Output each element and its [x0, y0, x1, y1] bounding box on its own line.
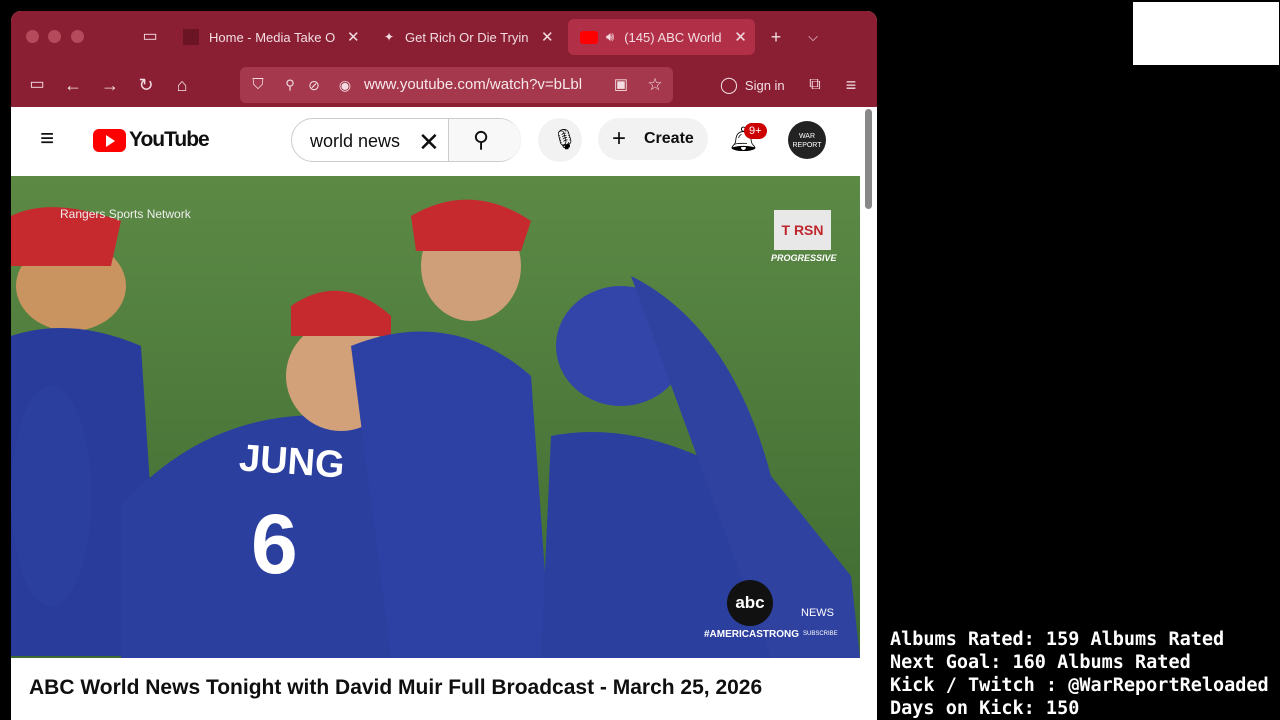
speaker-icon[interactable]: 🔊︎	[606, 29, 614, 45]
tab-get-rich[interactable]: ✦ Get Rich Or Die Tryin ✕	[381, 19, 561, 55]
days-on-kick-text: Days on Kick: 150	[890, 698, 1080, 719]
tab-title: Get Rich Or Die Tryin	[405, 29, 529, 45]
youtube-logo[interactable]: YouTube	[93, 128, 210, 152]
close-icon[interactable]: ✕	[541, 28, 554, 46]
tab-title: Home - Media Take O	[209, 29, 336, 45]
stream-overlay: Albums Rated: 159 Albums Rated Next Goal…	[890, 628, 1269, 720]
search-box[interactable]: world news ✕ ⚲	[291, 118, 521, 162]
voice-search-button[interactable]: 🎙︎	[538, 118, 582, 162]
video-frame	[11, 176, 860, 658]
abc-logo: abc	[727, 580, 773, 626]
next-goal-text: Next Goal: 160 Albums Rated	[890, 652, 1191, 673]
picture-icon[interactable]: ▣	[609, 73, 633, 97]
notification-badge: 9+	[744, 123, 767, 139]
search-icon: ⚲	[473, 127, 490, 152]
tab-bar: ▭ Home - Media Take O ✕ ✦ Get Rich Or Di…	[11, 11, 877, 63]
tab-title: (145) ABC World	[624, 29, 722, 45]
signin-label: Sign in	[744, 77, 785, 93]
permissions-icon[interactable]: ⚲	[278, 73, 302, 97]
address-bar[interactable]: ⛉ ⚲ ⊘ ◉ www.youtube.com/watch?v=bLbl ▣ ☆	[240, 67, 673, 103]
guide-menu-icon[interactable]: ≡	[40, 127, 54, 151]
rsn-sub: PROGRESSIVE	[771, 253, 837, 263]
youtube-wordmark: YouTube	[129, 128, 210, 151]
channel-watermark: Rangers Sports Network	[60, 207, 191, 221]
video-player[interactable]: Rangers Sports Network T RSN PROGRESSIVE…	[11, 176, 860, 658]
hashtag: #AMERICASTRONG	[704, 629, 800, 640]
microphone-icon: 🎙︎	[552, 129, 578, 151]
home-button[interactable]: ⌂	[170, 73, 194, 97]
extensions-icon[interactable]: ⧉	[803, 73, 827, 97]
forward-button[interactable]: →	[98, 73, 122, 97]
signin-button[interactable]: ◯ Sign in	[720, 75, 785, 95]
jersey-name: JUNG	[237, 437, 346, 487]
browser-window: ▭ Home - Media Take O ✕ ✦ Get Rich Or Di…	[11, 11, 877, 720]
tab-overview-icon[interactable]: ▭	[138, 25, 162, 49]
back-button[interactable]: ←	[61, 73, 85, 97]
url-text[interactable]: www.youtube.com/watch?v=bLbl	[364, 76, 602, 93]
account-icon: ◯	[720, 77, 738, 94]
close-icon[interactable]: ✕	[734, 28, 747, 46]
socials-text: Kick / Twitch : @WarReportReloaded	[890, 675, 1269, 696]
create-button[interactable]: + Create	[598, 118, 708, 160]
plus-icon: +	[612, 125, 627, 152]
create-label: Create	[644, 130, 694, 147]
tab-list-chevron-icon[interactable]: ⌵	[801, 25, 825, 49]
reload-button[interactable]: ↻	[134, 73, 158, 97]
avatar[interactable]: WAR REPORT	[788, 121, 826, 159]
sidebar-icon[interactable]: ▭	[25, 73, 49, 97]
rsn-logo: T RSN	[774, 210, 831, 250]
new-tab-button[interactable]: +	[764, 25, 788, 49]
bookmark-star-icon[interactable]: ☆	[643, 73, 667, 97]
youtube-header: ≡ YouTube world news ✕ ⚲ 🎙︎ + Create 🔔︎ …	[11, 107, 877, 173]
search-button[interactable]: ⚲	[448, 119, 521, 161]
jersey-number: 6	[251, 497, 298, 591]
albums-rated-text: Albums Rated: 159 Albums Rated	[890, 629, 1225, 650]
youtube-favicon-icon	[580, 30, 598, 44]
autoplay-blocked-icon[interactable]: ⊘	[302, 73, 326, 97]
tab-abc-world[interactable]: 🔊︎ (145) ABC World ✕	[568, 19, 755, 55]
news-logo: NEWS	[801, 607, 834, 619]
clear-search-icon[interactable]: ✕	[418, 127, 440, 158]
page-scrollbar[interactable]	[865, 109, 872, 209]
minimize-window-button[interactable]	[48, 30, 61, 43]
search-input[interactable]: world news	[310, 131, 400, 152]
video-title: ABC World News Tonight with David Muir F…	[29, 676, 763, 699]
tab-home-media[interactable]: Home - Media Take O ✕	[183, 19, 363, 55]
shield-icon[interactable]: ⛉	[246, 73, 270, 97]
youtube-play-icon	[93, 128, 126, 152]
site-info-icon[interactable]: ◉	[333, 73, 357, 97]
favicon-icon	[183, 29, 199, 45]
zoom-window-button[interactable]	[71, 30, 84, 43]
close-window-button[interactable]	[26, 30, 39, 43]
subscribe-label[interactable]: SUBSCRIBE	[803, 631, 838, 637]
tidal-icon: ✦	[383, 30, 395, 44]
nav-toolbar: ▭ ← → ↻ ⌂ ⛉ ⚲ ⊘ ◉ www.youtube.com/watch?…	[11, 63, 877, 107]
menu-icon[interactable]: ≡	[839, 73, 863, 97]
thumbnail-preview	[1133, 2, 1279, 65]
close-icon[interactable]: ✕	[347, 28, 360, 46]
